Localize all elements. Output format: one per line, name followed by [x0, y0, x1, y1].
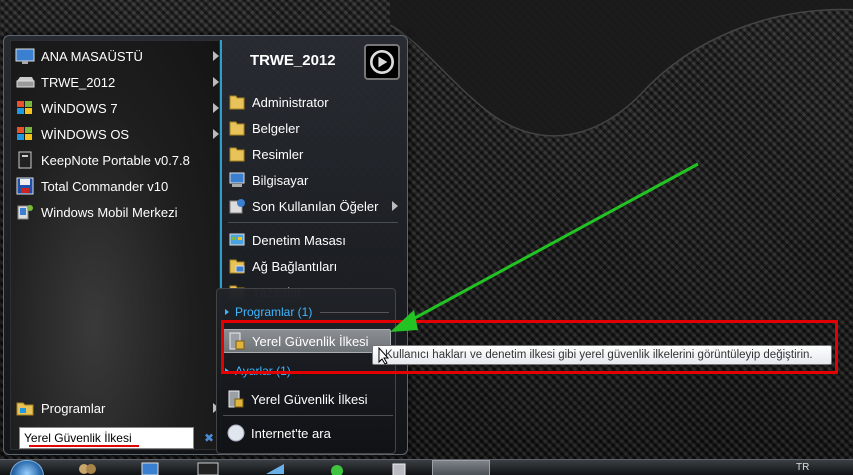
pinned-item-windows-7[interactable]: WİNDOWS 7 [15, 95, 219, 121]
folder-icon [229, 121, 245, 136]
pinned-item-label: KeepNote Portable v0.7.8 [41, 152, 190, 168]
computer-icon [229, 172, 245, 187]
windows-flag-icon [17, 127, 32, 140]
green-arrow-annotation [390, 162, 699, 332]
right-item-label: Bilgisayar [252, 172, 309, 188]
pinned-item-label: Total Commander v10 [41, 178, 169, 194]
windows-flag-icon [17, 101, 32, 114]
drive-icon [16, 77, 35, 88]
taskbar-network-icon[interactable] [260, 462, 290, 475]
all-programs-label: Programlar [41, 400, 106, 416]
clear-search-icon[interactable]: ✖ [202, 431, 216, 445]
taskbar-green-app-icon[interactable] [322, 462, 352, 475]
user-avatar[interactable] [364, 44, 400, 80]
result-yerel-guvenlik-ilkesi-setting[interactable]: Yerel Güvenlik İlkesi [223, 387, 391, 411]
taskbar-console-icon[interactable] [193, 462, 223, 475]
pinned-item-label: TRWE_2012 [41, 74, 116, 90]
desktop-icon [15, 48, 35, 64]
recent-items-icon [229, 199, 245, 214]
submenu-arrow-icon [213, 77, 219, 87]
desktop-swoosh-graphic [390, 0, 853, 137]
right-item-label: Belgeler [252, 120, 300, 136]
pinned-item-label: Windows Mobil Merkezi [41, 204, 178, 220]
pinned-item-trwe-2012[interactable]: TRWE_2012 [15, 69, 219, 95]
programs-category-header[interactable]: Programlar (1) [225, 303, 389, 321]
security-policy-icon [228, 390, 244, 408]
pinned-item-total-commander[interactable]: Total Commander v10 [15, 173, 219, 199]
expand-triangle-icon [225, 309, 229, 315]
right-item-denetim-masasi[interactable]: Denetim Masası [228, 228, 400, 252]
pinned-item-windows-mobil-merkezi[interactable]: Windows Mobil Merkezi [15, 199, 219, 225]
programs-category-label: Programlar (1) [235, 305, 313, 319]
right-item-ag-baglantilari[interactable]: Ağ Bağlantıları [228, 254, 400, 278]
result-label: Yerel Güvenlik İlkesi [251, 391, 368, 407]
right-item-bilgisayar[interactable]: Bilgisayar [228, 168, 400, 192]
submenu-arrow-icon [213, 51, 219, 61]
floppy-icon [16, 177, 34, 195]
right-item-label: Denetim Masası [252, 232, 346, 248]
results-divider [223, 415, 393, 416]
all-programs-button[interactable]: Programlar [15, 395, 219, 421]
pinned-item-ana-masaustu[interactable]: ANA MASAÜSTÜ [15, 43, 219, 69]
programs-folder-icon [16, 402, 34, 416]
taskbar-users-icon[interactable] [72, 462, 102, 475]
right-item-administrator[interactable]: Administrator [228, 90, 400, 114]
language-indicator[interactable]: TR [796, 462, 809, 473]
pinned-item-label: WİNDOWS OS [41, 126, 130, 142]
right-item-resimler[interactable]: Resimler [228, 142, 400, 166]
category-divider [320, 311, 389, 313]
right-item-label: Ağ Bağlantıları [252, 258, 338, 274]
globe-icon [227, 424, 245, 442]
start-orb-button[interactable] [10, 460, 44, 475]
folder-icon [229, 147, 245, 162]
pinned-item-windows-os[interactable]: WİNDOWS OS [15, 121, 219, 147]
right-pane-divider [228, 222, 398, 223]
right-item-son-kullanilan-ogeler[interactable]: Son Kullanılan Öğeler [228, 194, 400, 218]
right-item-belgeler[interactable]: Belgeler [228, 116, 400, 140]
mobile-device-icon [17, 205, 33, 220]
taskbar-recycle-bin-icon[interactable] [384, 462, 414, 475]
pinned-item-label: ANA MASAÜSTÜ [41, 48, 143, 64]
keepnote-icon [18, 151, 32, 169]
pinned-item-keepnote[interactable]: KeepNote Portable v0.7.8 [15, 147, 219, 173]
right-item-label: Administrator [252, 94, 329, 110]
search-text-underline-annotation [29, 445, 139, 447]
control-panel-icon [229, 233, 245, 246]
taskbar: TR [0, 459, 853, 475]
right-item-label: Resimler [252, 146, 304, 162]
folder-icon [229, 95, 245, 110]
start-menu-left-pane: ANA MASAÜSTÜ TRWE_2012 WİNDOWS 7 WİNDOWS [10, 40, 220, 450]
taskbar-active-app-button[interactable] [432, 460, 490, 475]
pinned-item-label: WİNDOWS 7 [41, 100, 118, 116]
search-internet-link[interactable]: Internet'te ara [223, 421, 391, 445]
submenu-arrow-icon [213, 103, 219, 113]
right-item-label: Son Kullanılan Öğeler [252, 198, 379, 214]
network-icon [229, 259, 245, 274]
user-name: TRWE_2012 [250, 52, 336, 69]
submenu-arrow-icon [213, 129, 219, 139]
search-internet-label: Internet'te ara [251, 425, 331, 441]
taskbar-monitor-icon[interactable] [135, 462, 165, 475]
